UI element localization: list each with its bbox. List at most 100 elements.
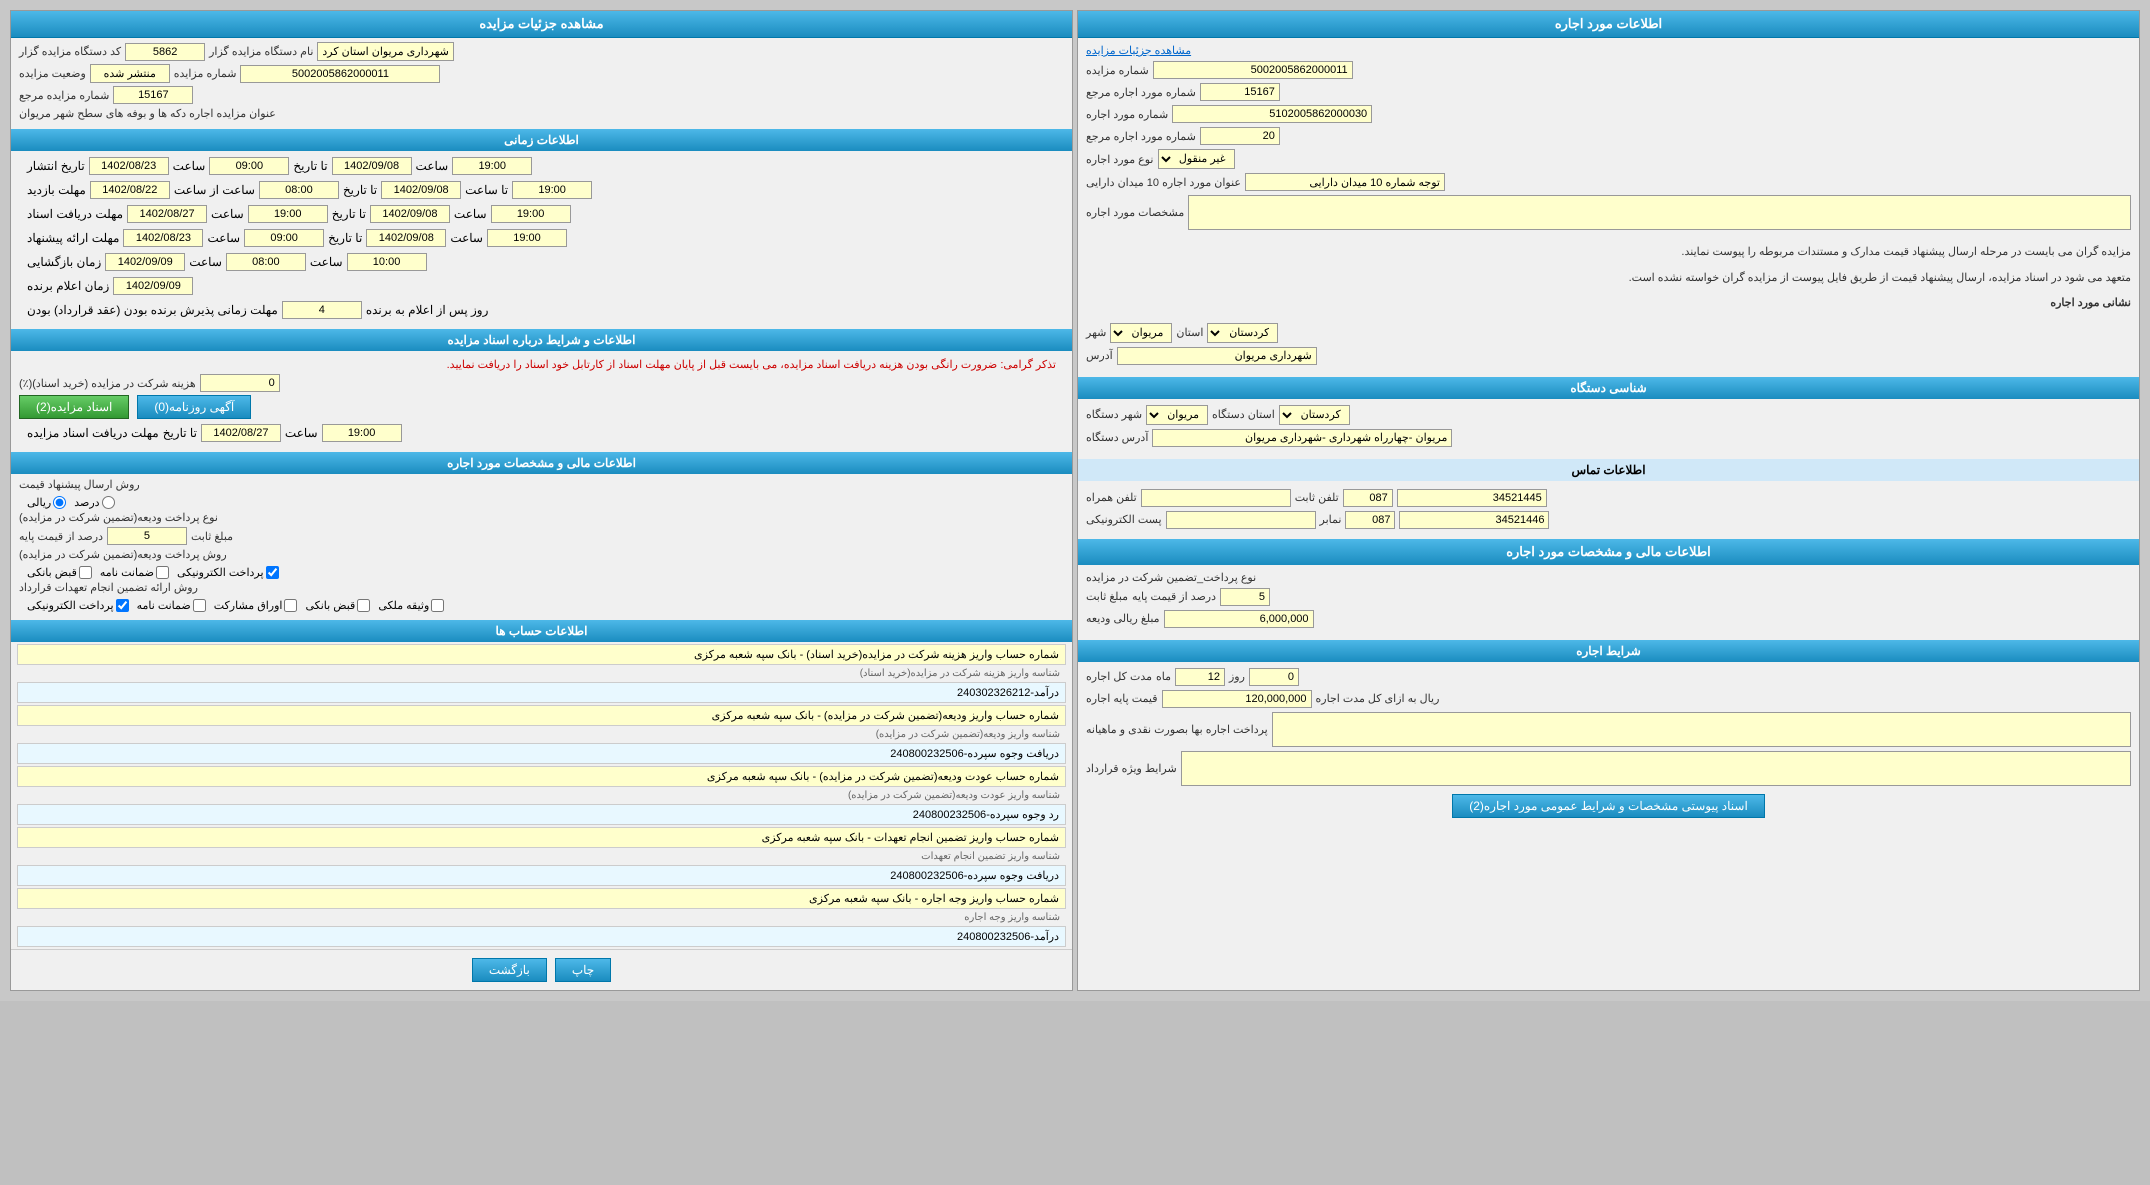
btn-chap[interactable]: چاپ bbox=[555, 958, 611, 982]
post-label: پست الکترونیکی bbox=[1086, 513, 1162, 526]
account-label: شماره حساب واریز ودیعه(تضمین شرکت در مزا… bbox=[712, 709, 1059, 722]
zaman-bazshenasi-value: 1402/09/09 bbox=[105, 253, 185, 271]
asnad-header: اطلاعات و شرایط درباره اسناد مزایده bbox=[11, 329, 1072, 351]
noe-pardakht-label: نوع پرداخت_تضمین شرکت در مزایده bbox=[1086, 571, 1256, 584]
link-mazayadeh[interactable]: مشاهده جزئیات مزایده bbox=[1086, 44, 1191, 57]
account-sub: شناسه واریز عودت ودیعه(تضمین شرکت در مزا… bbox=[17, 789, 1066, 802]
ta-tarikh-daryaft: 1402/09/08 bbox=[370, 205, 450, 223]
ta-saat-bazar: 19:00 bbox=[512, 181, 592, 199]
account-label: شماره حساب عودت ودیعه(تضمین شرکت در مزای… bbox=[707, 770, 1059, 783]
shomareh-mazayadeh-input[interactable] bbox=[1153, 61, 1353, 79]
moshakhasat-textarea[interactable] bbox=[1188, 195, 2131, 230]
mablagh-riali-input[interactable] bbox=[1164, 610, 1314, 628]
gheymat-paye-input[interactable] bbox=[1162, 690, 1312, 708]
account-row: دریافت وجوه سپرده-240800232506 bbox=[17, 865, 1066, 886]
code-dastgah-label: کد دستگاه مزایده گزار bbox=[19, 45, 121, 58]
hazineh-input[interactable] bbox=[200, 374, 280, 392]
chk-eraeh-gheis[interactable] bbox=[357, 599, 370, 612]
chk-eraeh-pardakht[interactable] bbox=[116, 599, 129, 612]
modat-mah-input[interactable] bbox=[1175, 668, 1225, 686]
sharayet-gharardar-label: شرایط ویژه قرارداد bbox=[1086, 762, 1177, 775]
shahr-label: شهر bbox=[1086, 326, 1106, 339]
ravesh-ersal-group: درصد ریالی bbox=[19, 494, 1064, 511]
ostan-select[interactable]: کردستان bbox=[1207, 323, 1278, 343]
account-row: شماره حساب واریز تضمین انجام تعهدات - با… bbox=[17, 827, 1066, 848]
noe-morad-ejare-select[interactable]: غیر منقول bbox=[1158, 149, 1235, 169]
zamani-header: اطلاعات زمانی bbox=[11, 129, 1072, 151]
vaziat-label: وضعیت مزایده bbox=[19, 67, 86, 80]
account-row: رد وجوه سپرده-240800232506 bbox=[17, 804, 1066, 825]
saat-daryaft: 19:00 bbox=[248, 205, 328, 223]
chk-zamanat-nameh[interactable] bbox=[156, 566, 169, 579]
ravesh-ersal-rial[interactable] bbox=[53, 496, 66, 509]
shomareh-morad-ejare-label: شماره مورد اجاره bbox=[1086, 108, 1168, 121]
contact-header: اطلاعات تماس bbox=[1078, 459, 2139, 481]
shomareh-mazayadeh-r-value: 5002005862000011 bbox=[240, 65, 440, 83]
address-input[interactable] bbox=[1117, 347, 1317, 365]
ta-tarikh-enteshar: 1402/09/08 bbox=[332, 157, 412, 175]
zaman-elam-value: 1402/09/09 bbox=[113, 277, 193, 295]
saat-bazar: 08:00 bbox=[259, 181, 339, 199]
tel-sabot-input[interactable] bbox=[1397, 489, 1547, 507]
shahr-select[interactable]: مریوان bbox=[1110, 323, 1172, 343]
btn-asnad[interactable]: اسناد پیوستی مشخصات و شرایط عمومی مورد ا… bbox=[1452, 794, 1765, 818]
ta-saat-daryaft: 19:00 bbox=[491, 205, 571, 223]
chk-eraeh-zamanat[interactable] bbox=[193, 599, 206, 612]
modat-roz-input[interactable] bbox=[1249, 668, 1299, 686]
code1-input[interactable] bbox=[1343, 489, 1393, 507]
shahr-dastgah-label: شهر دستگاه bbox=[1086, 408, 1142, 421]
ta-saat-enteshar: 19:00 bbox=[452, 157, 532, 175]
moshakhasat-label: مشخصات مورد اجاره bbox=[1086, 206, 1184, 219]
eraeh-methods: وثیقه ملکی قبض بانکی اوراق مشارکت ضمانت … bbox=[19, 597, 1064, 614]
name-dastgah-label: نام دستگاه مزایده گزار bbox=[209, 45, 313, 58]
agahi-btn[interactable]: آگهی روزنامه(0) bbox=[137, 395, 251, 419]
chk-pardakht-elektroniki[interactable] bbox=[266, 566, 279, 579]
address-dastgah-input[interactable] bbox=[1152, 429, 1452, 447]
shenasai-dastgah-header: شناسی دستگاه bbox=[1078, 377, 2139, 399]
ravesh-ersal-darsad[interactable] bbox=[102, 496, 115, 509]
code2-input[interactable] bbox=[1345, 511, 1395, 529]
chk-eraeh-awraq[interactable] bbox=[284, 599, 297, 612]
saat-eraeh: 09:00 bbox=[244, 229, 324, 247]
asnad-mazayadeh-btn[interactable]: اسناد مزایده(2) bbox=[19, 395, 129, 419]
mablagh-riali-label: مبلغ ریالی ودیعه bbox=[1086, 612, 1160, 625]
vaziat-value: منتشر شده bbox=[90, 64, 170, 83]
account-row: درآمد-240800232506 bbox=[17, 926, 1066, 947]
tarikh-eraeh-az: 1402/08/23 bbox=[123, 229, 203, 247]
info-text2: متعهد می شود در اسناد مزایده، ارسال پیشن… bbox=[1078, 266, 2139, 292]
chk-gheis-banki[interactable] bbox=[79, 566, 92, 579]
account-label: شماره حساب واریز وجه اجاره - بانک سپه شع… bbox=[809, 892, 1059, 905]
sharayet-gharardar-textarea[interactable] bbox=[1181, 751, 2131, 786]
account-label: شماره حساب واریز هزینه شرکت در مزایده(خر… bbox=[694, 648, 1059, 661]
nemabr-input[interactable] bbox=[1399, 511, 1549, 529]
ostan-dastgah-select[interactable]: کردستان bbox=[1279, 405, 1350, 425]
onvan-value: عنوان مزایده اجاره دکه ها و بوفه های سطح… bbox=[19, 107, 276, 120]
shomareh-marje-input[interactable] bbox=[1200, 83, 1280, 101]
darsad-input[interactable] bbox=[1220, 588, 1270, 606]
shomareh-morad-marje2-input[interactable] bbox=[1200, 127, 1280, 145]
shahr-dastgah-select[interactable]: مریوان bbox=[1146, 405, 1208, 425]
sharayet-header: شرایط اجاره bbox=[1078, 640, 2139, 662]
chk-eraeh-vasigehh[interactable] bbox=[431, 599, 444, 612]
account-value: دریافت وجوه سپرده-240800232506 bbox=[890, 747, 1059, 760]
sharayet-pardakht-label: پرداخت اجاره بها بصورت نقدی و ماهیانه bbox=[1086, 723, 1268, 736]
unit-roz-label: روز bbox=[1229, 670, 1245, 683]
tarikh-daryaft-az: 1402/08/27 bbox=[127, 205, 207, 223]
account-row: شماره حساب واریز هزینه شرکت در مزایده(خر… bbox=[17, 644, 1066, 665]
btn-bazgasht[interactable]: بازگشت bbox=[472, 958, 547, 982]
tel-hamrah-input[interactable] bbox=[1141, 489, 1291, 507]
shomareh-morad-ejare-input[interactable] bbox=[1172, 105, 1372, 123]
tarikh-bazar-az: 1402/08/22 bbox=[90, 181, 170, 199]
post-input[interactable] bbox=[1166, 511, 1316, 529]
ta-tarikh-bazar: 1402/09/08 bbox=[381, 181, 461, 199]
sharayet-pardakht-textarea[interactable] bbox=[1272, 712, 2131, 747]
saat-enteshar: 09:00 bbox=[209, 157, 289, 175]
tarikh-enteshar-az: 1402/08/23 bbox=[89, 157, 169, 175]
onvan-morad-ejare-input[interactable] bbox=[1245, 173, 1445, 191]
shomareh-morad-marje2-label: شماره مورد اجاره مرجع bbox=[1086, 130, 1196, 143]
saat-bazshenasi-to: 10:00 bbox=[347, 253, 427, 271]
warning-text: تذکر گرامی: ضرورت رانگی بودن هزینه دریاف… bbox=[19, 355, 1064, 374]
tel-sabot-label: تلفن ثابت bbox=[1295, 491, 1339, 504]
ta-tarikh-eraeh: 1402/09/08 bbox=[366, 229, 446, 247]
ta-saat-eraeh: 19:00 bbox=[487, 229, 567, 247]
